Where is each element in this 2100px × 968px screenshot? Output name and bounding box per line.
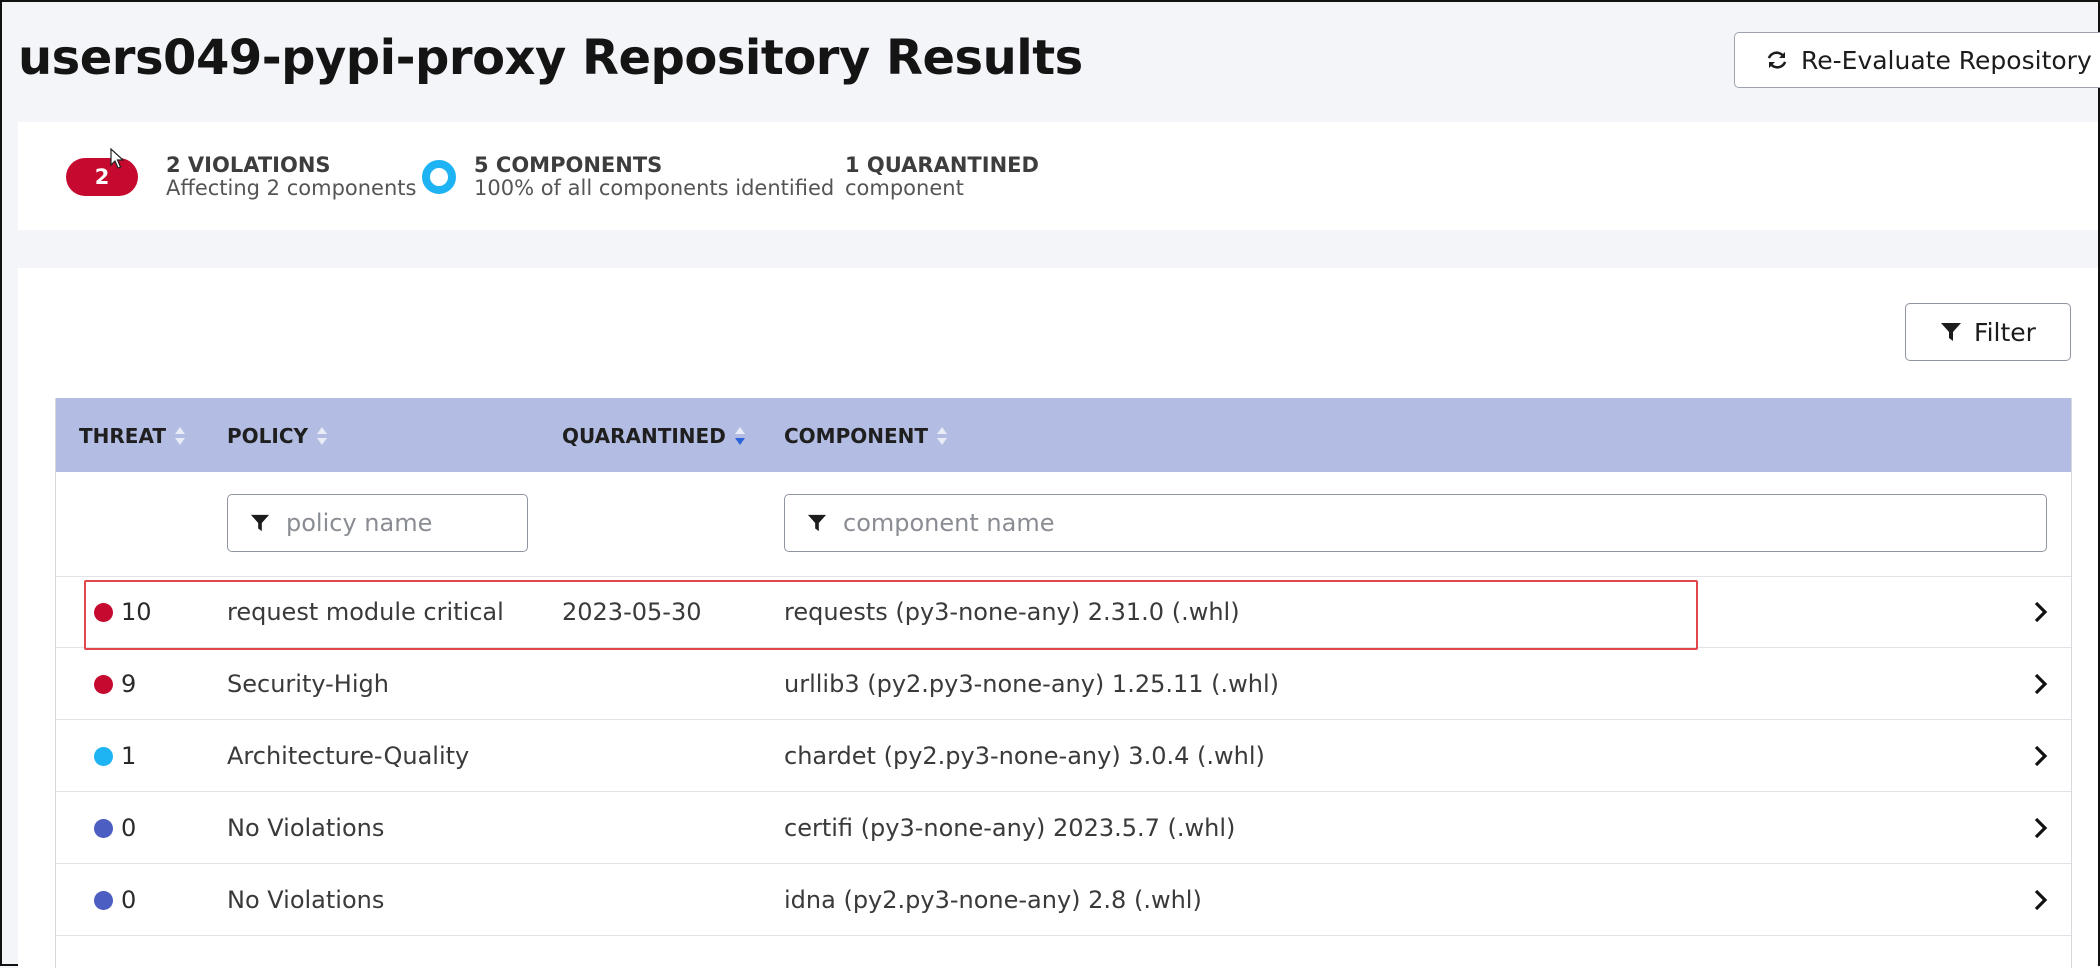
component-cell: urllib3 (py2.py3-none-any) 1.25.11 (.whl… — [784, 670, 1280, 698]
violations-title: 2 VIOLATIONS — [166, 153, 331, 177]
quarantined-title: 1 QUARANTINED — [845, 153, 1039, 177]
mouse-cursor-icon — [110, 148, 124, 169]
policy-cell: Security-High — [227, 670, 389, 698]
components-summary: 5 COMPONENTS 100% of all components iden… — [474, 154, 834, 200]
chevron-right-icon[interactable] — [2033, 744, 2049, 768]
table-row[interactable]: 0 No Violations idna (py2.py3-none-any) … — [56, 864, 2071, 936]
column-header-policy[interactable]: POLICY — [227, 424, 328, 448]
component-cell: requests (py3-none-any) 2.31.0 (.whl) — [784, 598, 1240, 626]
violations-subtitle: Affecting 2 components — [166, 176, 417, 200]
threat-level: 0 — [121, 814, 137, 842]
chevron-right-icon[interactable] — [2033, 672, 2049, 696]
sort-icon[interactable] — [316, 426, 328, 446]
violations-summary: 2 VIOLATIONS Affecting 2 components — [166, 154, 416, 200]
component-filter-field[interactable] — [784, 494, 2047, 552]
policy-cell: Architecture-Quality — [227, 742, 470, 770]
components-subtitle: 100% of all components identified — [474, 176, 835, 200]
threat-critical-dot — [94, 602, 113, 622]
threat-level: 1 — [121, 742, 137, 770]
re-evaluate-repository-button[interactable]: Re-Evaluate Repository — [1734, 32, 2100, 88]
policy-filter-input[interactable] — [284, 508, 510, 538]
column-header-component[interactable]: COMPONENT — [784, 424, 948, 448]
threat-none-dot — [94, 890, 113, 910]
threat-cell: 10 — [94, 598, 152, 626]
table-row[interactable]: 1 Architecture-Quality chardet (py2.py3-… — [56, 720, 2071, 792]
quarantined-subtitle: component — [845, 176, 964, 200]
component-cell: chardet (py2.py3-none-any) 3.0.4 (.whl) — [784, 742, 1265, 770]
filter-button[interactable]: Filter — [1905, 303, 2071, 361]
policy-cell: No Violations — [227, 886, 385, 914]
threat-level: 9 — [121, 670, 137, 698]
threat-low-dot — [94, 746, 113, 766]
threat-critical-dot — [94, 674, 113, 694]
filter-icon — [1941, 323, 1962, 341]
quarantined-date-cell: 2023-05-30 — [562, 598, 702, 626]
sort-icon[interactable] — [174, 426, 186, 446]
summary-bar: 2 2 VIOLATIONS Affecting 2 components 5 … — [18, 122, 2098, 230]
quarantined-header-label: QUARANTINED — [562, 424, 726, 448]
filter-icon — [807, 514, 827, 532]
threat-cell: 0 — [94, 814, 136, 842]
table-header: THREAT POLICY QUARANTINED COMPONENT — [56, 398, 2071, 472]
policy-filter-field[interactable] — [227, 494, 528, 552]
column-header-threat[interactable]: THREAT — [79, 424, 186, 448]
table-row[interactable]: 0 No Violations certifi (py3-none-any) 2… — [56, 792, 2071, 864]
chevron-right-icon[interactable] — [2033, 888, 2049, 912]
component-filter-input[interactable] — [841, 508, 1837, 538]
components-title: 5 COMPONENTS — [474, 153, 663, 177]
component-header-label: COMPONENT — [784, 424, 929, 448]
threat-none-dot — [94, 818, 113, 838]
threat-level: 0 — [121, 886, 137, 914]
table-row[interactable]: 9 Security-High urllib3 (py2.py3-none-an… — [56, 648, 2071, 720]
threat-level: 10 — [121, 598, 152, 626]
threat-cell: 9 — [94, 670, 136, 698]
filter-icon — [250, 514, 270, 532]
components-ring-icon — [422, 160, 456, 194]
page-title: users049-pypi-proxy Repository Results — [18, 30, 1083, 86]
quarantined-summary: 1 QUARANTINED component — [845, 154, 1039, 200]
table-filter-row — [56, 472, 2071, 577]
component-cell: idna (py2.py3-none-any) 2.8 (.whl) — [784, 886, 1202, 914]
column-header-quarantined[interactable]: QUARANTINED — [562, 424, 746, 448]
sort-descending-icon[interactable] — [734, 426, 746, 446]
results-table: THREAT POLICY QUARANTINED COMPONENT poli… — [55, 398, 2072, 968]
table-row[interactable]: 10 request module critical 2023-05-30 re… — [56, 576, 2071, 648]
policy-header-label: POLICY — [227, 424, 309, 448]
chevron-right-icon[interactable] — [2033, 816, 2049, 840]
filter-label: Filter — [1974, 317, 2036, 347]
page-header: users049-pypi-proxy Repository Results R… — [2, 2, 2100, 120]
policy-cell: request module critical — [227, 598, 504, 626]
sort-icon[interactable] — [936, 426, 948, 446]
component-cell: certifi (py3-none-any) 2023.5.7 (.whl) — [784, 814, 1236, 842]
re-evaluate-label: Re-Evaluate Repository — [1801, 45, 2092, 75]
threat-cell: 0 — [94, 886, 136, 914]
threat-header-label: THREAT — [79, 424, 167, 448]
policy-cell: No Violations — [227, 814, 385, 842]
threat-cell: 1 — [94, 742, 136, 770]
chevron-right-icon[interactable] — [2033, 600, 2049, 624]
violations-badge: 2 — [66, 158, 138, 196]
refresh-icon — [1767, 51, 1787, 69]
